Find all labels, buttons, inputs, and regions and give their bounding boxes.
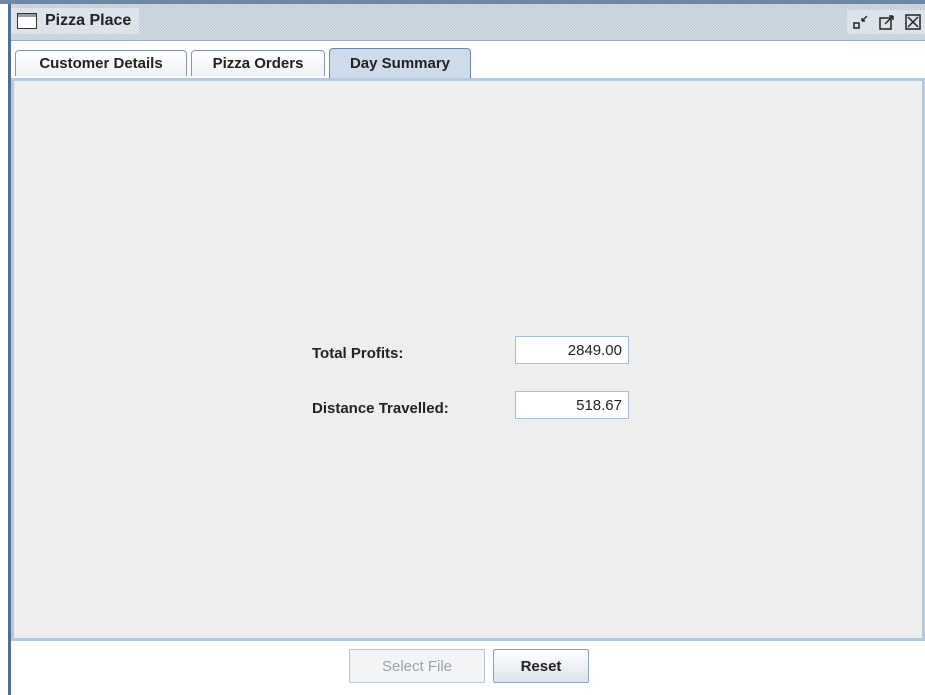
tab-pizza-orders[interactable]: Pizza Orders	[191, 50, 325, 76]
minimize-icon[interactable]	[853, 14, 869, 30]
title-area: Pizza Place	[11, 8, 140, 34]
window-title: Pizza Place	[45, 12, 132, 29]
tab-strip: Customer Details Pizza Orders Day Summar…	[11, 48, 925, 78]
close-icon[interactable]	[905, 14, 921, 30]
distance-travelled-field[interactable]: 518.67	[515, 391, 629, 419]
distance-travelled-label: Distance Travelled:	[312, 400, 449, 417]
title-bar[interactable]: Pizza Place	[11, 4, 925, 41]
total-profits-field[interactable]: 2849.00	[515, 336, 629, 364]
app-window: Pizza Place Customer Details Pizza Order…	[8, 4, 925, 695]
button-bar: Select File Reset	[11, 641, 925, 695]
day-summary-panel: Total Profits: 2849.00 Distance Travelle…	[11, 78, 925, 641]
window-icon[interactable]	[17, 13, 37, 29]
tab-day-summary[interactable]: Day Summary	[329, 48, 471, 78]
tab-customer-details[interactable]: Customer Details	[15, 50, 187, 76]
window-controls	[847, 10, 925, 34]
total-profits-label: Total Profits:	[312, 345, 404, 362]
maximize-icon[interactable]	[879, 14, 895, 30]
reset-button[interactable]: Reset	[493, 649, 589, 683]
select-file-button[interactable]: Select File	[349, 649, 485, 683]
